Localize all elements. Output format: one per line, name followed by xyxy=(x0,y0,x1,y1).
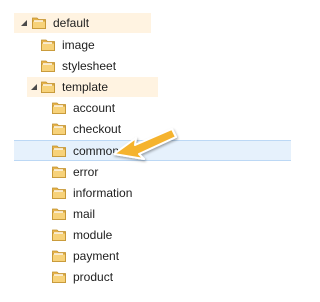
folder-icon xyxy=(40,58,56,74)
tree-item-module[interactable]: module xyxy=(0,225,291,245)
tree-item-label: template xyxy=(62,80,109,94)
folder-icon xyxy=(51,143,67,159)
folder-icon xyxy=(51,206,67,222)
folder-icon xyxy=(51,269,67,285)
expanded-triangle-icon[interactable] xyxy=(30,83,38,91)
tree-item-account[interactable]: account xyxy=(0,98,291,118)
folder-icon xyxy=(40,37,56,53)
tree-item-label: default xyxy=(53,16,90,30)
folder-icon xyxy=(51,164,67,180)
folder-icon xyxy=(51,185,67,201)
tree-item-label: account xyxy=(73,101,116,115)
expanded-triangle-icon[interactable] xyxy=(20,19,28,27)
tree-item-default[interactable]: default xyxy=(14,13,151,33)
tree-item-stylesheet[interactable]: stylesheet xyxy=(14,56,151,76)
tree-item-template[interactable]: template xyxy=(27,77,158,97)
folder-icon xyxy=(51,227,67,243)
folder-icon xyxy=(51,248,67,264)
callout-arrow-icon xyxy=(113,128,177,160)
tree-item-mail[interactable]: mail xyxy=(0,204,291,224)
tree-item-label: error xyxy=(73,165,99,179)
folder-icon xyxy=(51,100,67,116)
tree-item-product[interactable]: product xyxy=(0,267,291,287)
tree-item-label: payment xyxy=(73,249,120,263)
folder-icon xyxy=(40,79,56,95)
tree-item-label: stylesheet xyxy=(62,59,117,73)
tree-item-label: information xyxy=(73,186,133,200)
tree-item-label: module xyxy=(73,228,113,242)
folder-icon xyxy=(31,15,47,31)
tree-item-label: image xyxy=(62,38,95,52)
tree-item-information[interactable]: information xyxy=(0,183,291,203)
tree-item-payment[interactable]: payment xyxy=(0,246,291,266)
tree-item-label: mail xyxy=(73,207,96,221)
folder-icon xyxy=(51,121,67,137)
tree-item-image[interactable]: image xyxy=(14,35,151,55)
tree-item-label: product xyxy=(73,270,114,284)
